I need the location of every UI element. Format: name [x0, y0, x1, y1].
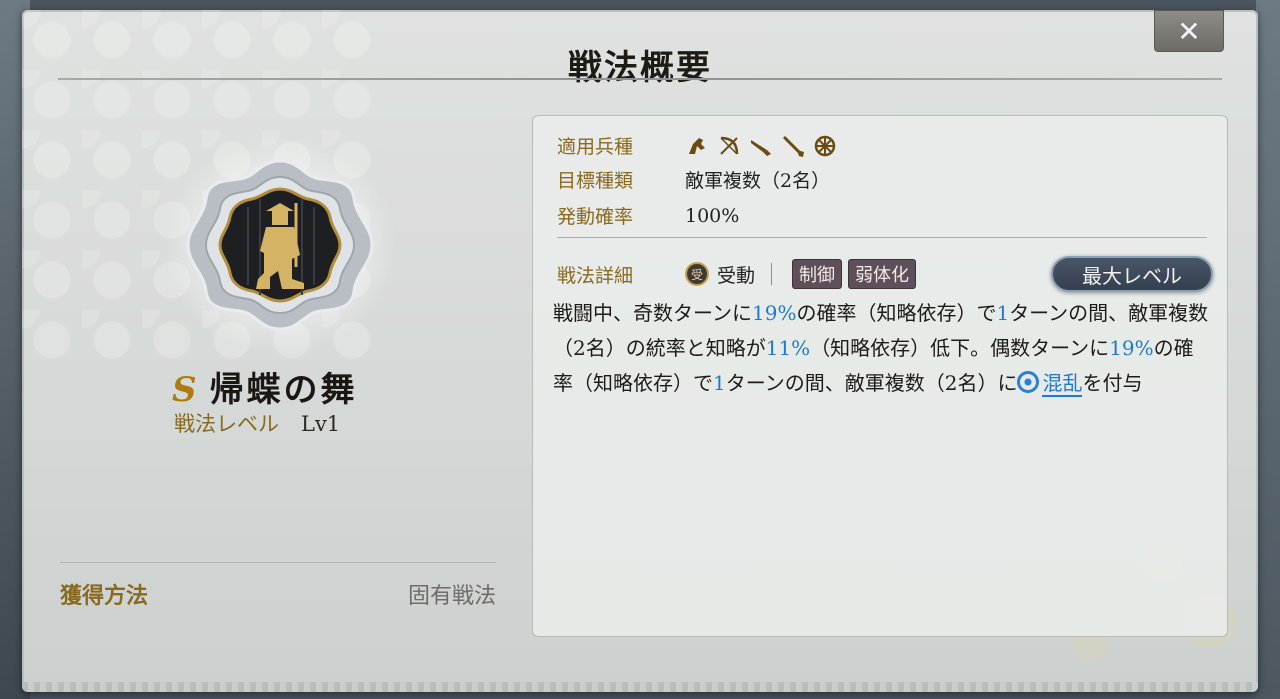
kneeling-samurai-icon	[186, 159, 374, 331]
description-value: 11%	[765, 336, 811, 360]
activation-chance-row: 発動確率 100%	[557, 202, 739, 229]
background-right	[1256, 0, 1280, 699]
target-type-label: 目標種類	[557, 170, 634, 192]
tag-separator	[771, 263, 773, 285]
details-divider	[557, 237, 1207, 238]
gun-icon	[751, 139, 771, 156]
description-value: 1	[713, 371, 726, 395]
acquisition-divider	[60, 562, 496, 563]
tactic-detail-row: 戦法詳細 受 受動 制御 弱体化	[557, 259, 922, 289]
tactic-emblem	[162, 135, 398, 355]
target-type-value: 敵軍複数（2名）	[685, 170, 831, 192]
description-value: 1	[996, 301, 1010, 325]
description-text: の確率（知略依存）で	[796, 301, 997, 325]
tactic-level-value: Lv1	[301, 412, 341, 436]
tag-control: 制御	[792, 259, 843, 289]
description-text: を付与	[1082, 371, 1143, 395]
acquisition-label: 獲得方法	[60, 583, 149, 609]
confusion-icon	[1017, 371, 1040, 393]
max-level-button[interactable]: 最大レベル	[1051, 256, 1213, 292]
unit-type-icons	[685, 134, 837, 158]
tactic-level: 戦法レベル Lv1	[174, 408, 340, 438]
siege-wheel-icon	[814, 135, 836, 156]
archer-bow-icon	[720, 136, 739, 155]
activation-chance-value: 100%	[685, 204, 740, 227]
description-text: 戦闘中、奇数ターンに	[553, 301, 752, 325]
tactic-name-text: 帰蝶の舞	[209, 370, 358, 410]
tactic-details-panel: 適用兵種 目標種類 敵軍複数（2名） 発動確率 100% 戦法詳細 受 受動 制…	[532, 115, 1228, 637]
title-divider	[58, 78, 1222, 80]
description-text: （知略依存）低下。偶数ターンに	[810, 336, 1110, 360]
close-button[interactable]: ✕	[1154, 10, 1224, 52]
unit-types-row: 適用兵種	[557, 132, 837, 159]
close-icon: ✕	[1177, 14, 1201, 48]
tag-debuff: 弱体化	[848, 259, 917, 289]
acquisition-value: 固有戦法	[407, 584, 496, 609]
tactic-detail-label: 戦法詳細	[557, 264, 634, 287]
dialog-bottom-edge	[22, 682, 1258, 692]
tactic-description: 戦闘中、奇数ターンに19%の確率（知略依存）で1ターンの間、敵軍複数（2名）の統…	[553, 296, 1213, 401]
description-value: 19%	[1109, 336, 1154, 360]
activation-chance-label: 発動確率	[557, 206, 634, 228]
description-text: ターンの間、敵軍複数（2名）に	[725, 371, 1018, 395]
tactic-level-label: 戦法レベル	[174, 412, 279, 436]
unit-types-label: 適用兵種	[557, 136, 634, 158]
status-effect-link[interactable]: 混乱	[1042, 371, 1083, 397]
tactic-summary-dialog: 戦法概要 ✕ S 帰蝶の舞 戦法レベル Lv1 獲得方法 固有戦法 適用兵種 目…	[22, 10, 1258, 692]
cavalry-icon	[689, 137, 705, 154]
dialog-title: 戦法概要	[568, 48, 712, 88]
passive-icon: 受	[685, 262, 709, 286]
passive-label: 受動	[717, 264, 756, 287]
target-type-row: 目標種類 敵軍複数（2名）	[557, 166, 830, 193]
tactic-grade: S	[172, 370, 200, 410]
description-value: 19%	[752, 301, 797, 325]
tactic-name: S 帰蝶の舞	[172, 362, 358, 411]
spear-icon	[782, 135, 804, 157]
